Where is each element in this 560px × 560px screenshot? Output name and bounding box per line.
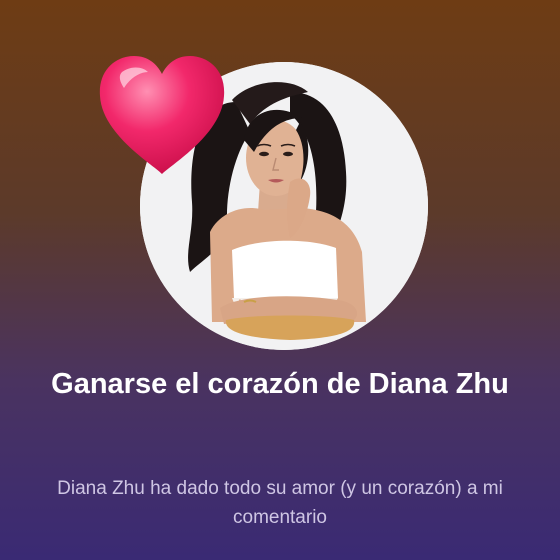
achievement-description: Diana Zhu ha dado todo su amor (y un cor… [57, 478, 503, 528]
achievement-card: Ganarse el corazón de Diana Zhu Diana Zh… [0, 0, 560, 560]
heart-icon [94, 50, 230, 178]
achievement-title: Ganarse el corazón de Diana Zhu [51, 368, 509, 400]
